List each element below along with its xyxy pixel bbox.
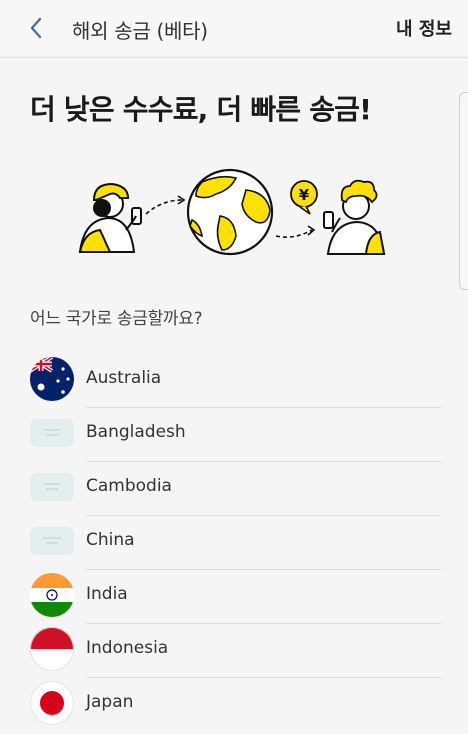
placeholder-flag-icon [30, 527, 74, 555]
country-name: Japan [86, 692, 134, 712]
globe-icon [186, 168, 274, 256]
country-name: India [86, 584, 128, 604]
country-name: Bangladesh [86, 422, 186, 442]
placeholder-flag-icon [30, 473, 74, 501]
sender-person-icon [78, 182, 142, 253]
country-item-japan[interactable]: Japan [30, 678, 441, 732]
country-item-indonesia[interactable]: Indonesia [30, 624, 441, 678]
currency-symbol: ¥ [299, 186, 310, 204]
back-button[interactable] [20, 12, 52, 44]
country-item-cambodia[interactable]: Cambodia [30, 462, 441, 516]
my-info-button[interactable]: 내 정보 [396, 15, 452, 41]
country-item-india[interactable]: India [30, 570, 441, 624]
country-name: China [86, 530, 135, 550]
chevron-left-icon [30, 17, 42, 39]
country-item-bangladesh[interactable]: Bangladesh [30, 408, 441, 462]
country-name: Australia [86, 368, 162, 388]
japan-flag-icon [30, 681, 74, 725]
country-question: 어느 국가로 송금할까요? [30, 309, 203, 329]
country-item-china[interactable]: China [30, 516, 441, 570]
app-header: 해외 송금 (베타) 내 정보 [0, 0, 468, 58]
recipient-person-icon [323, 179, 386, 255]
placeholder-flag-icon [30, 419, 74, 447]
side-panel-handle[interactable] [459, 92, 468, 290]
headline: 더 낮은 수수료, 더 빠른 송금! [30, 93, 372, 126]
australia-flag-icon [30, 357, 74, 401]
indonesia-flag-icon [30, 627, 74, 671]
remittance-illustration: ¥ [78, 168, 386, 256]
country-list: Australia Bangladesh Cambodia China Indi… [30, 354, 441, 732]
yen-bubble-icon: ¥ [290, 180, 318, 215]
india-flag-icon [30, 573, 74, 617]
country-name: Cambodia [86, 476, 172, 496]
page-title: 해외 송금 (베타) [72, 19, 208, 43]
country-item-australia[interactable]: Australia [30, 354, 441, 408]
country-name: Indonesia [86, 638, 169, 658]
